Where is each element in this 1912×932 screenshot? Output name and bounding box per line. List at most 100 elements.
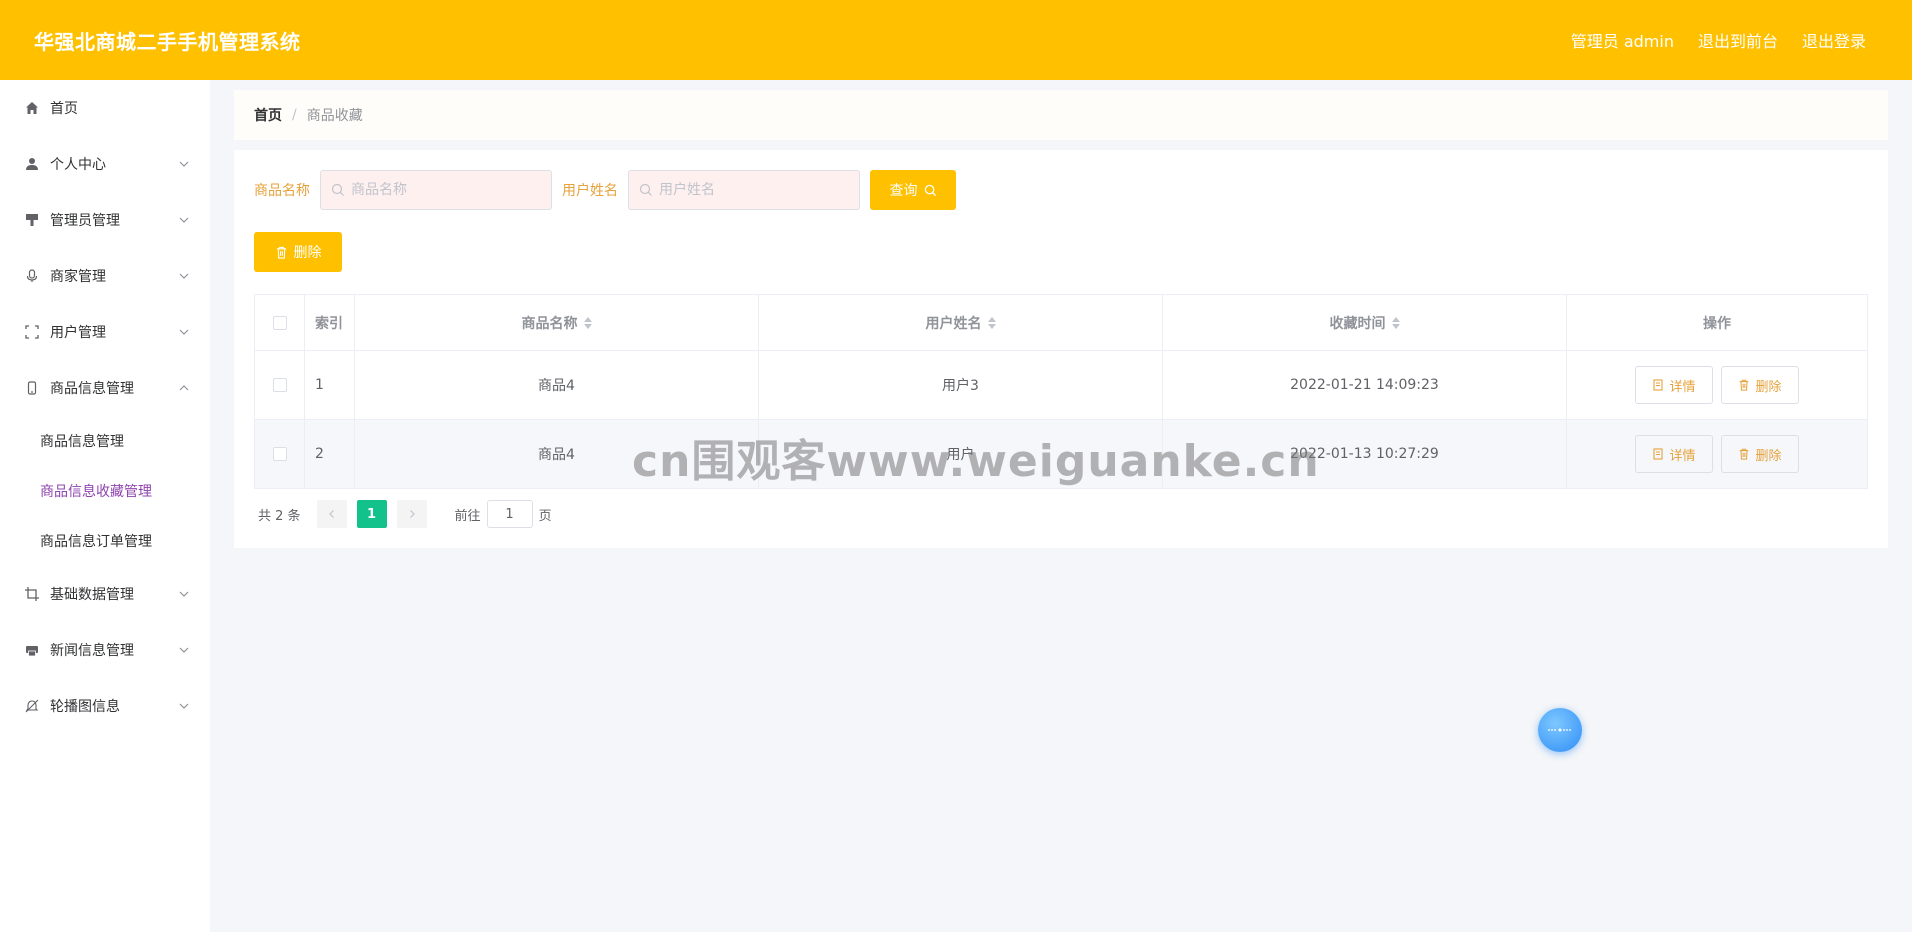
product-name-label: 商品名称 [254,183,310,199]
query-button-label: 查询 [889,183,918,199]
chevron-left-icon [328,510,334,518]
sidebar-item-label: 用户管理 [50,325,106,341]
favorites-table: 索引 商品名称 用户姓名 收藏时间 操作 1 商品4 用户3 2022-01-2… [254,294,1868,489]
batch-delete-button[interactable]: 删除 [254,232,342,272]
header-actions: 管理员 admin 退出到前台 退出登录 [1571,28,1866,52]
sort-icon[interactable] [987,316,996,329]
crop-icon [24,586,40,602]
trash-icon [1740,379,1749,391]
sidebar-item-label: 基础数据管理 [50,587,134,603]
chevron-down-icon [179,217,189,223]
select-all-checkbox[interactable] [272,315,287,330]
header-cell-ops: 操作 [1703,315,1731,332]
exit-to-front-link[interactable]: 退出到前台 [1698,28,1778,52]
header-label: 商品名称 [521,315,578,332]
goto-label: 前往 [454,508,481,524]
query-button[interactable]: 查询 [870,170,956,210]
logout-link[interactable]: 退出登录 [1802,28,1866,52]
table-row: 1 商品4 用户3 2022-01-21 14:09:23 详情 删除 [255,351,1867,420]
delete-button[interactable]: 删除 [1721,366,1799,404]
header-cell-user[interactable]: 用户姓名 [759,295,1163,350]
sidebar-item-home[interactable]: 首页 [0,80,210,136]
detail-button-label: 详情 [1669,448,1696,464]
product-name-input[interactable] [351,182,541,198]
chevron-down-icon [179,647,189,653]
submenu-item-product-favorites[interactable]: 商品信息收藏管理 [0,466,210,516]
row-cell-time: 2022-01-21 14:09:23 [1163,351,1567,419]
header-cell-time[interactable]: 收藏时间 [1163,295,1567,350]
sidebar-item-label: 商品信息管理 [50,381,134,397]
delete-button[interactable]: 删除 [1721,435,1799,473]
row-cell-select [255,351,305,419]
breadcrumb-current: 商品收藏 [306,108,363,124]
home-icon [24,100,40,116]
search-icon [639,183,652,196]
detail-button[interactable]: 详情 [1635,435,1713,473]
sidebar-item-label: 新闻信息管理 [50,643,134,659]
chevron-down-icon [179,329,189,335]
user-name-input[interactable] [659,182,849,198]
breadcrumb-home[interactable]: 首页 [254,105,282,125]
detail-button[interactable]: 详情 [1635,366,1713,404]
product-name-field[interactable] [320,170,552,210]
prev-page-button[interactable] [316,500,347,528]
page-suffix: 页 [538,508,552,524]
row-cell-ops: 详情 删除 [1567,420,1867,488]
header-cell-select [255,295,305,350]
sidebar-item-label: 个人中心 [50,157,106,173]
sidebar-item-basic-data[interactable]: 基础数据管理 [0,566,210,622]
table-header-row: 索引 商品名称 用户姓名 收藏时间 操作 [255,295,1867,351]
search-form: 商品名称 用户姓名 查询 [254,170,956,210]
fullscreen-icon [24,324,40,340]
top-header: 华强北商城二手手机管理系统 管理员 admin 退出到前台 退出登录 [0,0,1912,80]
delete-button-label: 删除 [1755,379,1782,395]
submenu-item-product-info[interactable]: 商品信息管理 [0,416,210,466]
sidebar-item-carousel[interactable]: 轮播图信息 [0,678,210,734]
row-checkbox[interactable] [272,447,287,461]
submenu-item-product-orders[interactable]: 商品信息订单管理 [0,516,210,566]
content-panel: 商品名称 用户姓名 查询 删除 索引 商品 [234,150,1888,548]
chevron-up-icon [179,385,189,391]
sidebar-item-user-management[interactable]: 用户管理 [0,304,210,360]
chevron-down-icon [179,273,189,279]
next-page-button[interactable] [396,500,427,528]
floating-assistant-button[interactable] [1538,708,1582,752]
app-title: 华强北商城二手手机管理系统 [34,29,301,54]
sort-icon[interactable] [583,316,592,329]
row-cell-select [255,420,305,488]
row-cell-ops: 详情 删除 [1567,351,1867,419]
sidebar-item-product-management[interactable]: 商品信息管理 [0,360,210,416]
sidebar-item-merchant-management[interactable]: 商家管理 [0,248,210,304]
user-name-label: 用户姓名 [562,183,618,199]
document-icon [1653,379,1664,391]
goto-page-input[interactable]: 1 [486,500,533,528]
pagination-total: 共 2 条 [258,508,301,524]
header-cell-product[interactable]: 商品名称 [355,295,759,350]
header-cell-index: 索引 [305,295,355,350]
pagination: 共 2 条 1 前往 1 页 [254,500,552,528]
chevron-down-icon [179,591,189,597]
row-cell-product: 商品4 [355,351,759,419]
main-content: 首页 / 商品收藏 商品名称 用户姓名 查询 删除 [210,80,1912,932]
printer-icon [24,642,40,658]
chevron-down-icon [179,161,189,167]
page-number-current[interactable]: 1 [356,500,387,528]
sidebar-item-personal-center[interactable]: 个人中心 [0,136,210,192]
delete-button-label: 删除 [1755,448,1782,464]
user-icon [24,156,40,172]
breadcrumb: 首页 / 商品收藏 [234,90,1888,140]
sidebar-item-label: 管理员管理 [50,213,120,229]
row-cell-product: 商品4 [355,420,759,488]
row-cell-index: 1 [305,351,355,419]
chevron-down-icon [179,703,189,709]
dashes-icon [1548,728,1572,732]
sidebar: 首页 个人中心 管理员管理 商家管理 用户管理 商品信息管理 商品信息管理 商品… [0,80,210,932]
sidebar-item-label: 轮播图信息 [50,699,120,715]
sidebar-item-admin-management[interactable]: 管理员管理 [0,192,210,248]
row-checkbox[interactable] [272,378,287,392]
sidebar-item-news-management[interactable]: 新闻信息管理 [0,622,210,678]
phone-icon [24,380,40,396]
row-cell-user: 用户 [759,420,1163,488]
user-name-field[interactable] [628,170,860,210]
sort-icon[interactable] [1391,316,1400,329]
